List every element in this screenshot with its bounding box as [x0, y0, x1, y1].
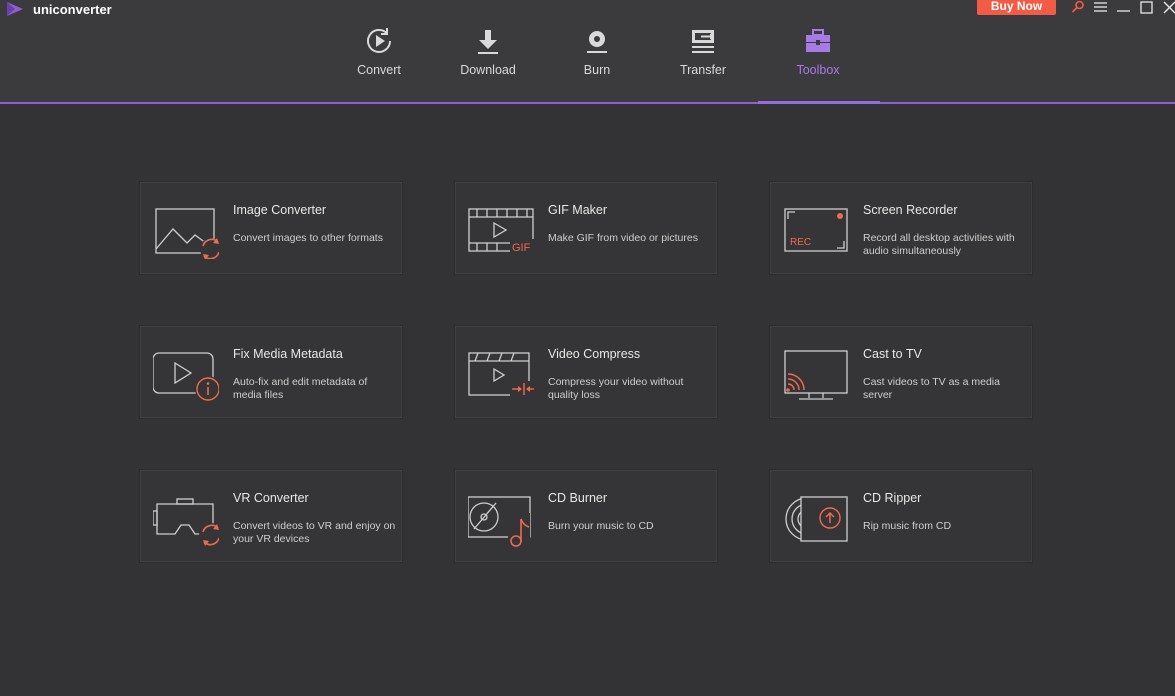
tab-transfer[interactable]: Transfer — [648, 24, 758, 86]
top-bar: uniconverter Buy Now Convert Download Bu… — [0, 0, 1175, 104]
burn-icon — [542, 24, 652, 58]
screen-recorder-icon: REC — [783, 203, 849, 259]
tool-title: Cast to TV — [863, 347, 922, 361]
tool-description: Auto-fix and edit metadata of media file… — [233, 376, 368, 401]
tool-description: Rip music from CD — [863, 520, 952, 532]
video-compress-icon — [468, 347, 534, 403]
cd-ripper-icon — [783, 491, 849, 547]
tool-description: Record all desktop activities with audio… — [863, 232, 1015, 257]
cast-tv-icon — [783, 347, 849, 403]
tool-title: VR Converter — [233, 491, 309, 505]
tool-title: Screen Recorder — [863, 203, 958, 217]
rec-icon-text: REC — [790, 237, 811, 248]
tool-title: Image Converter — [233, 203, 327, 217]
cd-burner-icon — [467, 491, 534, 547]
tab-toolbox[interactable]: Toolbox — [763, 24, 873, 86]
tab-download[interactable]: Download — [433, 24, 543, 86]
tool-card-fix-media-metadata[interactable]: Fix Media Metadata Auto-fix and edit met… — [140, 326, 402, 418]
tool-card-cast-to-tv[interactable]: Cast to TV Cast videos to TV as a media … — [770, 326, 1032, 418]
tool-card-screen-recorder[interactable]: REC Screen Recorder Record all desktop a… — [770, 182, 1032, 274]
transfer-icon — [648, 24, 758, 58]
tool-description: Cast videos to TV as a media server — [863, 376, 1000, 401]
tool-title: CD Burner — [548, 491, 608, 505]
tool-description: Compress your video without quality loss — [548, 376, 684, 401]
tool-title: GIF Maker — [548, 203, 608, 217]
tool-description: Convert images to other formats — [233, 232, 383, 244]
tool-description: Make GIF from video or pictures — [548, 232, 698, 244]
tab-burn[interactable]: Burn — [542, 24, 652, 86]
tool-card-video-compress[interactable]: Video Compress Compress your video witho… — [455, 326, 717, 418]
main-nav: Convert Download Burn Transfer Toolbox — [0, 0, 1175, 104]
toolbox-icon — [763, 24, 873, 58]
tool-description: Convert videos to VR and enjoy on your V… — [233, 520, 396, 545]
fix-metadata-icon — [152, 347, 221, 403]
tab-label: Download — [460, 63, 516, 77]
convert-icon — [324, 24, 434, 58]
tab-label: Burn — [583, 63, 611, 77]
tool-card-gif-maker[interactable]: GIF GIF Maker Make GIF from video or pic… — [455, 182, 717, 274]
gif-icon-text: GIF — [512, 242, 531, 254]
tab-convert[interactable]: Convert — [324, 24, 434, 86]
tab-label: Transfer — [679, 63, 727, 77]
tool-description: Burn your music to CD — [548, 520, 654, 532]
tab-label: Convert — [357, 63, 401, 77]
tool-card-image-converter[interactable]: Image Converter Convert images to other … — [140, 182, 402, 274]
tool-card-cd-ripper[interactable]: CD Ripper Rip music from CD — [770, 470, 1032, 562]
tool-title: Fix Media Metadata — [233, 347, 343, 361]
image-converter-icon — [153, 203, 222, 260]
active-tab-indicator — [758, 101, 880, 104]
tool-card-cd-burner[interactable]: CD Burner Burn your music to CD — [455, 470, 717, 562]
tool-card-vr-converter[interactable]: VR Converter Convert videos to VR and en… — [140, 470, 402, 562]
gif-maker-icon: GIF — [468, 203, 534, 259]
download-icon — [433, 24, 543, 58]
tab-label: Toolbox — [796, 63, 840, 77]
tool-title: CD Ripper — [863, 491, 922, 505]
tool-title: Video Compress — [548, 347, 641, 361]
vr-converter-icon — [152, 491, 223, 547]
